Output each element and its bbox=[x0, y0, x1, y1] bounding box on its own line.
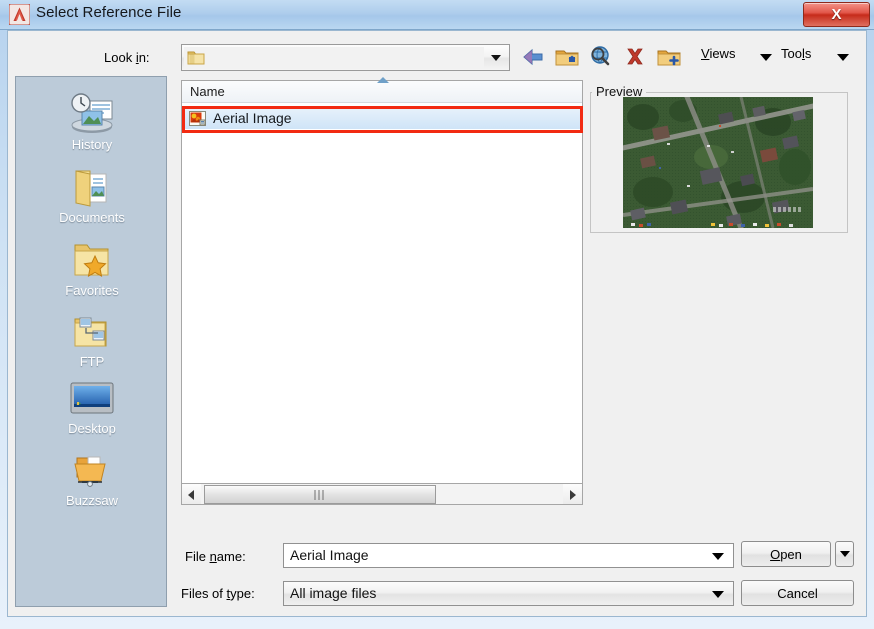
cancel-button[interactable]: Cancel bbox=[741, 580, 854, 606]
sidebar-item-label: History bbox=[16, 137, 168, 152]
views-menu-button[interactable]: Views bbox=[701, 46, 735, 61]
desktop-monitor-icon bbox=[16, 373, 168, 419]
sidebar-item-history[interactable]: History bbox=[16, 89, 168, 152]
sidebar-item-ftp[interactable]: FTP bbox=[16, 306, 168, 369]
window-title: Select Reference File bbox=[36, 4, 182, 21]
sidebar-item-label: Favorites bbox=[16, 283, 168, 298]
search-web-button[interactable] bbox=[586, 42, 616, 72]
sidebar-item-buzzsaw[interactable]: Buzzsaw bbox=[16, 445, 168, 508]
favorites-star-folder-icon bbox=[16, 235, 168, 281]
chevron-down-icon[interactable] bbox=[712, 553, 724, 560]
look-in-value bbox=[184, 47, 484, 68]
files-of-type-value: All image files bbox=[290, 585, 376, 601]
tools-chevron-down-icon[interactable] bbox=[837, 54, 849, 61]
ftp-network-folder-icon bbox=[16, 306, 168, 352]
look-in-combobox[interactable] bbox=[181, 44, 510, 71]
file-list[interactable]: Name Aerial Image bbox=[181, 80, 583, 505]
scrollbar-grip-icon bbox=[315, 490, 326, 500]
scrollbar-thumb[interactable] bbox=[204, 485, 436, 504]
buzzsaw-folder-icon bbox=[16, 445, 168, 491]
files-of-type-combobox[interactable]: All image files bbox=[283, 581, 734, 606]
tools-menu-button[interactable]: Tools bbox=[781, 46, 811, 61]
raster-image-file-icon bbox=[189, 111, 206, 126]
file-name-value: Aerial Image bbox=[290, 547, 369, 563]
open-dropdown-button[interactable] bbox=[835, 541, 854, 567]
scroll-right-arrow-icon[interactable] bbox=[563, 484, 582, 504]
sidebar-item-documents[interactable]: Documents bbox=[16, 162, 168, 225]
chevron-down-icon bbox=[491, 55, 501, 61]
chevron-down-icon bbox=[840, 551, 850, 557]
history-clock-icon bbox=[16, 89, 168, 135]
back-button[interactable] bbox=[518, 42, 548, 72]
sidebar-item-label: FTP bbox=[16, 354, 168, 369]
sidebar-item-label: Documents bbox=[16, 210, 168, 225]
column-header-name[interactable]: Name bbox=[190, 84, 225, 99]
chevron-down-icon[interactable] bbox=[712, 591, 724, 598]
sidebar-item-favorites[interactable]: Favorites bbox=[16, 235, 168, 298]
open-button[interactable]: Open bbox=[741, 541, 831, 567]
up-one-level-button[interactable] bbox=[552, 42, 582, 72]
select-reference-file-dialog: Select Reference File X Look in: bbox=[0, 0, 874, 629]
look-in-label: Look in: bbox=[104, 50, 150, 65]
file-name-label-text: File name: bbox=[185, 549, 246, 564]
file-list-column-header[interactable]: Name bbox=[182, 81, 582, 103]
documents-folder-icon bbox=[16, 162, 168, 208]
sort-ascending-arrow-icon bbox=[377, 77, 389, 83]
file-list-horizontal-scrollbar[interactable] bbox=[181, 483, 583, 505]
close-icon: X bbox=[804, 3, 869, 26]
file-name-input[interactable]: Aerial Image bbox=[283, 543, 734, 568]
folder-icon bbox=[187, 49, 205, 66]
sidebar-item-desktop[interactable]: Desktop bbox=[16, 373, 168, 436]
new-folder-button[interactable] bbox=[654, 42, 684, 72]
open-button-label: Open bbox=[770, 547, 802, 562]
title-bar: Select Reference File X bbox=[0, 0, 874, 30]
files-of-type-label-text: Files of type: bbox=[181, 586, 255, 601]
delete-button[interactable] bbox=[620, 42, 650, 72]
preview-image bbox=[623, 97, 813, 228]
sidebar-item-label: Buzzsaw bbox=[16, 493, 168, 508]
autocad-a-logo-icon bbox=[9, 4, 30, 25]
views-chevron-down-icon[interactable] bbox=[760, 54, 772, 61]
table-row[interactable]: Aerial Image bbox=[183, 107, 581, 129]
sidebar-item-label: Desktop bbox=[16, 421, 168, 436]
scroll-left-arrow-icon[interactable] bbox=[182, 484, 201, 504]
file-name-label: Aerial Image bbox=[213, 110, 292, 126]
places-sidebar: History Documents bbox=[15, 76, 167, 607]
close-button[interactable]: X bbox=[803, 2, 870, 27]
